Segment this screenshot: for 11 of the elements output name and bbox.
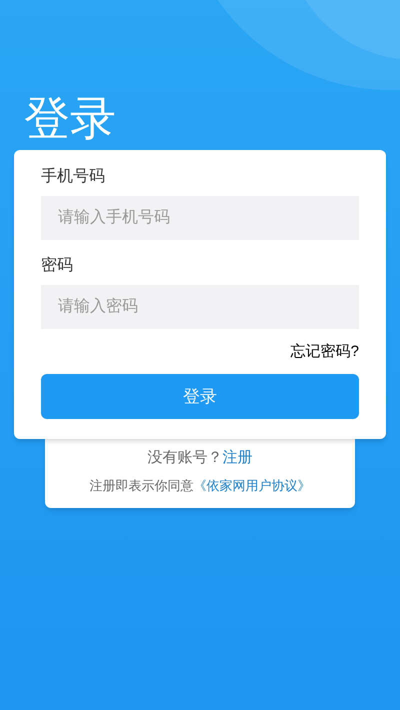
password-input-field[interactable]: 请输入密码 [41,285,359,329]
forgot-password-link[interactable]: 忘记密码? [290,342,359,362]
agreement-link[interactable]: 《依家网用户协议》 [194,477,310,495]
register-link[interactable]: 注册 [222,448,252,468]
phone-input-field[interactable]: 请输入手机号码 [41,196,359,240]
register-prompt: 没有账号？ [148,448,222,468]
field-label: 手机号码 [41,166,105,187]
page-title: 登录 [24,91,116,146]
field-label: 密码 [41,256,73,276]
login-button[interactable]: 登录 [41,374,359,419]
agreement-text: 注册即表示你同意 [90,477,194,495]
